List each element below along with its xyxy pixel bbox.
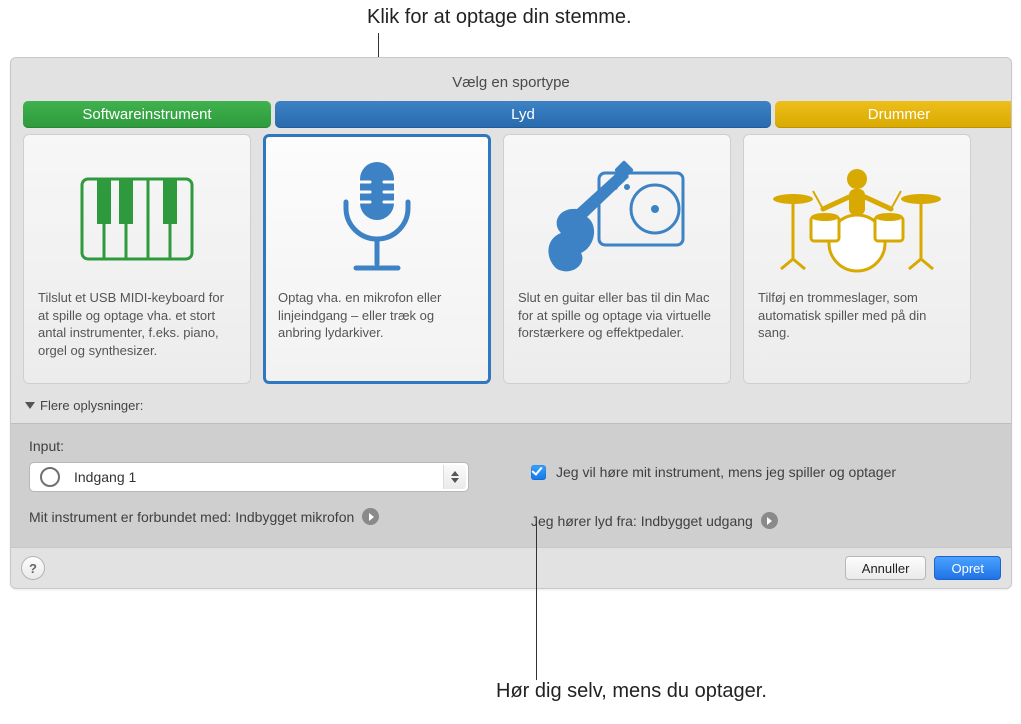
monitoring-checkbox[interactable] <box>531 465 546 480</box>
dialog-title: Vælg en sportype <box>23 68 999 101</box>
arrow-right-icon <box>761 512 778 529</box>
input-label: Input: <box>29 438 491 454</box>
monitoring-label: Jeg vil høre mit instrument, mens jeg sp… <box>556 464 896 480</box>
card-software-desc: Tilslut et USB MIDI-keyboard for at spil… <box>38 289 236 359</box>
details-disclosure[interactable]: Flere oplysninger: <box>23 398 999 423</box>
arrow-right-icon <box>362 508 379 525</box>
card-audio-mic[interactable]: Optag vha. en mikrofon eller linjeindgan… <box>263 134 491 384</box>
tab-drummer[interactable]: Drummer <box>775 101 1012 128</box>
create-button[interactable]: Opret <box>934 556 1001 580</box>
card-audio-guitar-desc: Slut en guitar eller bas til din Mac for… <box>518 289 716 342</box>
card-software-instrument[interactable]: Tilslut et USB MIDI-keyboard for at spil… <box>23 134 251 384</box>
output-from-row[interactable]: Jeg hører lyd fra: Indbygget udgang <box>531 512 993 529</box>
chevron-down-icon <box>25 402 35 409</box>
help-button[interactable]: ? <box>21 556 45 580</box>
output-from-text: Jeg hører lyd fra: Indbygget udgang <box>531 513 753 529</box>
input-channel-icon <box>40 467 60 487</box>
callout-bottom-leader <box>536 520 537 680</box>
tab-audio[interactable]: Lyd <box>275 101 771 128</box>
card-drummer-desc: Tilføj en trommeslager, som automatisk s… <box>758 289 956 342</box>
track-type-cards: Tilslut et USB MIDI-keyboard for at spil… <box>23 134 999 384</box>
card-drummer[interactable]: Tilføj en trommeslager, som automatisk s… <box>743 134 971 384</box>
tab-software-instrument[interactable]: Softwareinstrument <box>23 101 271 128</box>
callout-bottom-text: Hør dig selv, mens du optager. <box>496 680 767 703</box>
input-select-value: Indgang 1 <box>74 469 136 485</box>
microphone-icon <box>278 149 476 289</box>
card-audio-guitar[interactable]: Slut en guitar eller bas til din Mac for… <box>503 134 731 384</box>
new-track-dialog: Vælg en sportype Softwareinstrument Lyd … <box>10 57 1012 589</box>
stepper-arrows-icon <box>443 465 466 489</box>
drummer-icon <box>758 149 956 289</box>
cancel-button[interactable]: Annuller <box>845 556 927 580</box>
keyboard-icon <box>38 149 236 289</box>
input-select[interactable]: Indgang 1 <box>29 462 469 492</box>
callout-top-text: Klik for at optage din stemme. <box>367 6 632 29</box>
instrument-connected-row[interactable]: Mit instrument er forbundet med: Indbygg… <box>29 508 491 525</box>
card-audio-mic-desc: Optag vha. en mikrofon eller linjeindgan… <box>278 289 476 342</box>
instrument-connected-text: Mit instrument er forbundet med: Indbygg… <box>29 509 354 525</box>
guitar-amp-icon <box>518 149 716 289</box>
disclosure-label: Flere oplysninger: <box>40 398 143 413</box>
dialog-footer: ? Annuller Opret <box>11 547 1011 588</box>
details-panel: Input: Indgang 1 Mit instrument er forbu… <box>11 423 1011 547</box>
track-type-tabs: Softwareinstrument Lyd Drummer <box>23 101 999 128</box>
